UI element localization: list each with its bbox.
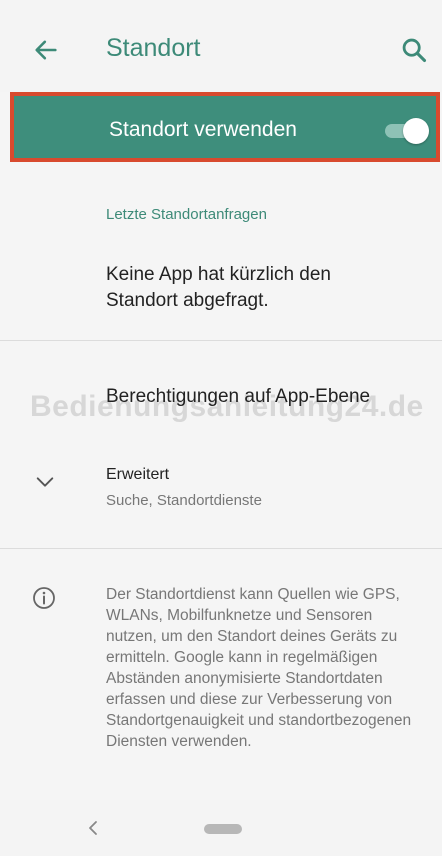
recent-requests-text: Keine App hat kürzlich den Standort abge… <box>106 264 331 311</box>
recent-requests-header: Letzte Standortanfragen <box>106 206 267 223</box>
arrow-left-icon[interactable] <box>32 36 60 64</box>
chevron-down-icon[interactable] <box>34 474 56 490</box>
divider <box>0 340 442 341</box>
info-text: Der Standortdienst kann Quellen wie GPS,… <box>106 586 412 750</box>
divider <box>0 548 442 549</box>
master-switch-label: Standort verwenden <box>109 118 297 141</box>
system-nav-bar <box>0 800 442 856</box>
location-toggle[interactable] <box>381 118 429 144</box>
advanced-subtitle: Suche, Standortdienste <box>106 492 262 509</box>
info-icon <box>33 587 55 609</box>
search-icon[interactable] <box>400 36 428 64</box>
advanced-title[interactable]: Erweitert <box>106 466 169 484</box>
app-bar: Standort <box>0 0 442 92</box>
nav-back-icon[interactable] <box>86 818 100 838</box>
home-pill-icon[interactable] <box>204 824 242 834</box>
location-master-switch-bar[interactable]: Standort verwenden <box>10 92 440 162</box>
app-permissions-item[interactable]: Berechtigungen auf App-Ebene <box>106 386 370 408</box>
page-title: Standort <box>106 34 201 62</box>
toggle-thumb <box>403 118 429 144</box>
